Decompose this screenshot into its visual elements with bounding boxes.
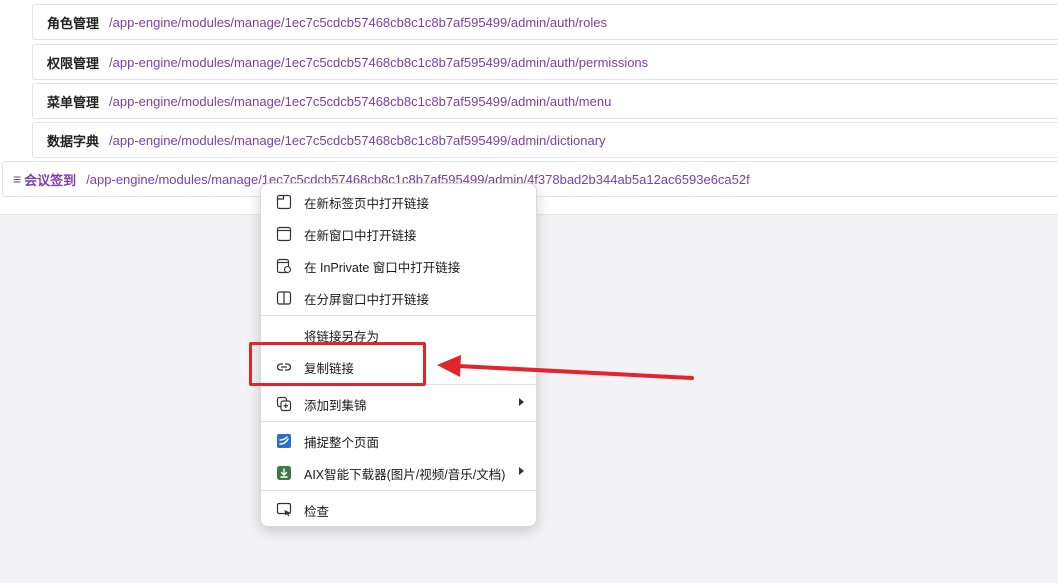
menu-separator bbox=[261, 315, 536, 316]
menu-item-open-split-screen[interactable]: 在分屏窗口中打开链接 bbox=[261, 284, 536, 312]
new-tab-icon bbox=[275, 193, 293, 211]
menu-item-label: 添加到集锦 bbox=[304, 398, 367, 413]
menu-item-open-inprivate[interactable]: 在 InPrivate 窗口中打开链接 bbox=[261, 252, 536, 280]
route-path-link[interactable]: /app-engine/modules/manage/1ec7c5cdcb574… bbox=[109, 15, 607, 30]
menu-item-inspect[interactable]: 检查 bbox=[261, 496, 536, 524]
route-name: 数据字典 bbox=[47, 133, 100, 149]
new-window-icon bbox=[275, 225, 293, 243]
menu-item-label: 在新窗口中打开链接 bbox=[304, 228, 417, 243]
menu-item-label: AIX智能下载器(图片/视频/音乐/文档) bbox=[304, 467, 506, 482]
route-path-link[interactable]: /app-engine/modules/manage/1ec7c5cdcb574… bbox=[109, 55, 648, 70]
menu-item-label: 在 InPrivate 窗口中打开链接 bbox=[304, 260, 461, 275]
route-path-link[interactable]: /app-engine/modules/manage/1ec7c5cdcb574… bbox=[109, 94, 611, 109]
menu-item-capture-full-page[interactable]: 捕捉整个页面 bbox=[261, 427, 536, 455]
split-screen-icon bbox=[275, 289, 293, 307]
route-row-permissions[interactable]: 权限管理 /app-engine/modules/manage/1ec7c5cd… bbox=[32, 44, 1058, 80]
menu-item-label: 在分屏窗口中打开链接 bbox=[304, 292, 430, 307]
menu-item-label: 在新标签页中打开链接 bbox=[304, 196, 430, 211]
menu-item-aix-downloader[interactable]: AIX智能下载器(图片/视频/音乐/文档) bbox=[261, 459, 536, 487]
annotation-highlight-box bbox=[249, 342, 426, 386]
menu-item-label: 捕捉整个页面 bbox=[304, 435, 380, 450]
download-extension-icon bbox=[275, 464, 293, 482]
inprivate-window-icon bbox=[275, 257, 293, 275]
inspect-icon bbox=[275, 501, 293, 519]
route-name: 权限管理 bbox=[47, 55, 100, 71]
menu-separator bbox=[261, 490, 536, 491]
route-name: 角色管理 bbox=[47, 15, 100, 31]
submenu-arrow-icon bbox=[519, 398, 524, 406]
menu-icon: ≡ bbox=[13, 171, 22, 187]
route-row-menu[interactable]: 菜单管理 /app-engine/modules/manage/1ec7c5cd… bbox=[32, 83, 1058, 119]
menu-item-open-new-window[interactable]: 在新窗口中打开链接 bbox=[261, 220, 536, 248]
menu-item-add-to-collections[interactable]: 添加到集锦 bbox=[261, 390, 536, 418]
collections-icon bbox=[275, 395, 293, 413]
submenu-arrow-icon bbox=[519, 467, 524, 475]
route-path-link[interactable]: /app-engine/modules/manage/1ec7c5cdcb574… bbox=[109, 133, 606, 148]
screenshot-app-icon bbox=[275, 432, 293, 450]
route-row-dictionary[interactable]: 数据字典 /app-engine/modules/manage/1ec7c5cd… bbox=[32, 122, 1058, 158]
menu-item-open-new-tab[interactable]: 在新标签页中打开链接 bbox=[261, 188, 536, 216]
route-row-roles[interactable]: 角色管理 /app-engine/modules/manage/1ec7c5cd… bbox=[32, 4, 1058, 40]
menu-separator bbox=[261, 421, 536, 422]
menu-item-label: 检查 bbox=[304, 504, 330, 519]
route-name: 会议签到 bbox=[24, 172, 77, 188]
route-name: 菜单管理 bbox=[47, 94, 100, 110]
